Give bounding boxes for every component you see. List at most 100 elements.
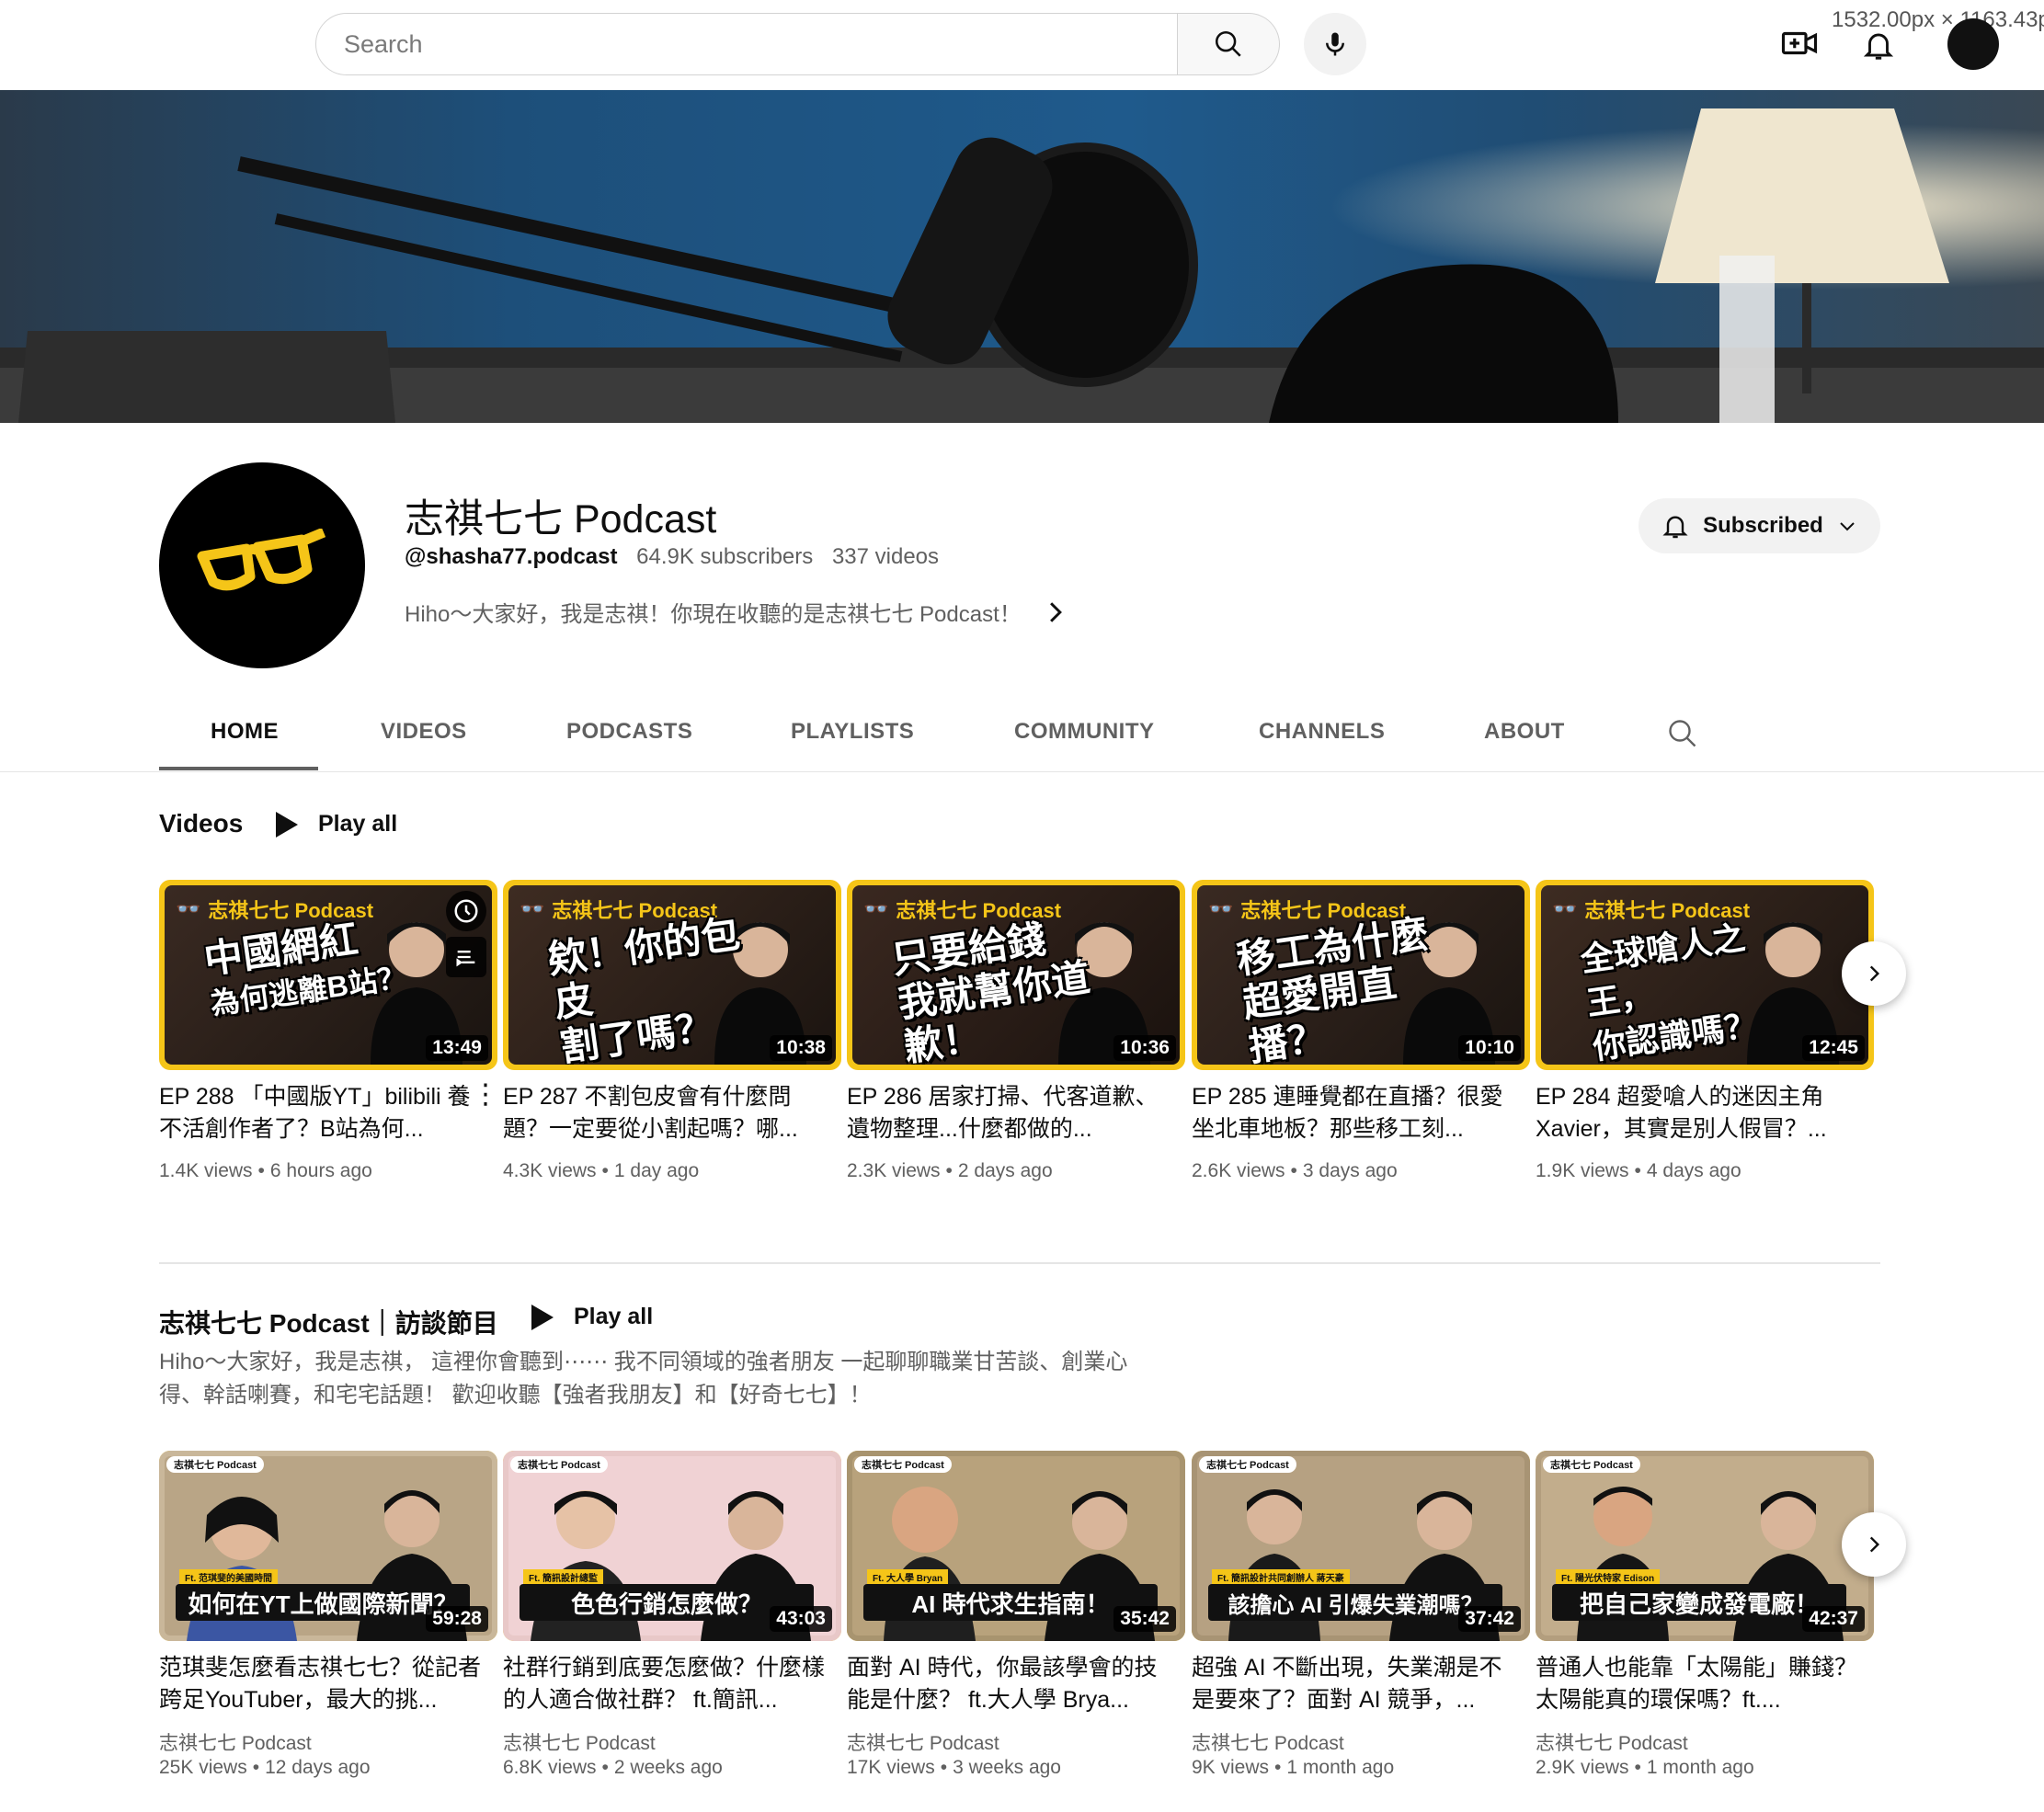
channel-link[interactable]: 志祺七七 Podcast [1192, 1728, 1344, 1756]
channel-link[interactable]: 志祺七七 Podcast [503, 1728, 656, 1756]
video-thumbnail[interactable]: 志祺七七 Podcast Ft. 陽光伏特家 Edison 把自己家變成發電廠！… [1536, 1451, 1874, 1641]
upload-age: 12 days ago [265, 1757, 371, 1778]
videos-play-all-button[interactable]: Play all [276, 811, 397, 838]
video-duration: 10:38 [770, 1035, 832, 1061]
upload-age: 2 weeks ago [613, 1757, 723, 1778]
tab-playlists[interactable]: PLAYLISTS [791, 719, 914, 745]
tab-home[interactable]: HOME [211, 719, 279, 745]
watch-later-button[interactable] [446, 891, 486, 931]
channel-search-button[interactable] [1666, 717, 1699, 755]
glasses-icon: 👓 [1208, 897, 1234, 920]
separator-dot: • [252, 1757, 260, 1778]
tab-podcasts[interactable]: PODCASTS [566, 719, 692, 745]
video-thumbnail[interactable]: 👓 志祺七七 Podcast 只要給錢 我就幫你道歉！ 10:36 [847, 880, 1185, 1070]
tab-community[interactable]: COMMUNITY [1014, 719, 1154, 745]
search-input[interactable] [342, 28, 1177, 60]
banner-image [0, 90, 2044, 423]
video-title[interactable]: 超強 AI 不斷出現，失業潮是不是要來了？面對 AI 競爭，... [1192, 1652, 1513, 1716]
video-thumbnail[interactable]: 👓 志祺七七 Podcast 全球嗆人之王， 你認識嗎？ 12:45 [1536, 880, 1874, 1070]
video-title[interactable]: EP 285 連睡覺都在直播？很愛坐北車地板？那些移工刻... [1192, 1081, 1513, 1145]
channel-tabs: HOME VIDEOS PODCASTS PLAYLISTS COMMUNITY… [0, 699, 2044, 772]
video-thumbnail[interactable]: 志祺七七 Podcast Ft. 簡訊設計總監 色色行銷怎麼做？ 43:03 [503, 1451, 841, 1641]
video-thumbnail[interactable]: 志祺七七 Podcast Ft. 簡訊設計共同創辦人 蔣天豪 該擔心 AI 引爆… [1192, 1451, 1530, 1641]
video-thumbnail[interactable]: 志祺七七 Podcast Ft. 范琪斐的美國時間 如何在YT上做國際新聞？ 5… [159, 1451, 497, 1641]
play-icon [531, 1304, 554, 1330]
channel-banner [0, 90, 2044, 423]
tab-channels[interactable]: CHANNELS [1259, 719, 1385, 745]
video-thumbnail[interactable]: 👓 志祺七七 Podcast 中國網紅 為何逃離B站？ 13:49 [159, 880, 497, 1070]
chevron-down-icon [1840, 522, 1855, 531]
chevron-right-icon [1869, 1536, 1880, 1553]
account-avatar[interactable] [1947, 18, 1999, 70]
separator-dot: • [945, 1160, 953, 1181]
video-title[interactable]: EP 288 「中國版YT」bilibili 養不活創作者了？B站為何... [159, 1081, 481, 1145]
video-title[interactable]: EP 286 居家打掃、代客道歉、遺物整理...什麼都做的... [847, 1081, 1169, 1145]
search-box[interactable] [315, 13, 1178, 75]
shelf-next-button[interactable] [1842, 941, 1906, 1006]
channel-description[interactable]: Hiho～大家好，我是志祺！你現在收聽的是志祺七七 Podcast！ [405, 596, 1066, 628]
video-title[interactable]: 社群行銷到底要怎麼做？什麼樣的人適合做社群？ ft.簡訊... [503, 1652, 825, 1716]
view-count: 2.9K views [1536, 1757, 1629, 1778]
guest-tag: Ft. 大人學 Bryan [867, 1569, 949, 1585]
voice-search-button[interactable] [1304, 13, 1366, 75]
shelf-next-button[interactable] [1842, 1512, 1906, 1577]
video-meta: 17K views • 3 weeks ago [847, 1757, 1061, 1779]
interview-play-all-button[interactable]: Play all [531, 1304, 653, 1330]
separator-dot: • [940, 1757, 948, 1778]
separator-dot: • [601, 1160, 609, 1181]
search-icon [1669, 720, 1696, 747]
separator-dot: • [1290, 1160, 1297, 1181]
separator-dot: • [257, 1160, 265, 1181]
video-duration: 10:36 [1113, 1035, 1176, 1061]
video-duration: 43:03 [770, 1606, 832, 1632]
channel-link[interactable]: 志祺七七 Podcast [159, 1728, 312, 1756]
video-duration: 35:42 [1113, 1606, 1176, 1632]
separator-dot: • [1634, 1757, 1641, 1778]
video-meta: 2.6K views • 3 days ago [1192, 1160, 1398, 1182]
tab-videos[interactable]: VIDEOS [381, 719, 467, 745]
video-duration: 10:10 [1458, 1035, 1521, 1061]
thumbnail-caption: 只要給錢 我就幫你道歉！ [889, 908, 1126, 1065]
video-count: 337 videos [831, 544, 940, 569]
video-title[interactable]: 范琪斐怎麼看志祺七七？從記者跨足YouTuber，最大的挑... [159, 1652, 481, 1716]
queue-icon [456, 951, 475, 967]
chevron-right-icon[interactable] [1045, 600, 1066, 624]
video-duration: 13:49 [426, 1035, 488, 1061]
video-duration: 59:28 [426, 1606, 488, 1632]
video-title[interactable]: EP 284 超愛嗆人的迷因主角 Xavier，其實是別人假冒？... [1536, 1081, 1857, 1145]
upload-age: 6 hours ago [269, 1160, 372, 1181]
video-thumbnail[interactable]: 👓 志祺七七 Podcast 欸！你的包皮 割了嗎？ 10:38 [503, 880, 841, 1070]
add-to-queue-button[interactable] [446, 937, 486, 977]
thumbnail-logo: 志祺七七 Podcast [1199, 1456, 1296, 1473]
create-button[interactable] [1780, 24, 1819, 63]
video-title[interactable]: 面對 AI 時代，你最該學會的技能是什麼？ ft.大人學 Brya... [847, 1652, 1169, 1716]
subscribed-button[interactable]: Subscribed [1639, 498, 1880, 553]
video-thumbnail[interactable]: 👓 志祺七七 Podcast 移工為什麼 超愛開直播？ 10:10 [1192, 880, 1530, 1070]
video-meta: 1.9K views • 4 days ago [1536, 1160, 1741, 1182]
thumbnail-logo: 志祺七七 Podcast [166, 1456, 264, 1473]
interview-shelf-title[interactable]: 志祺七七 Podcast｜訪談節目 [159, 1304, 498, 1340]
search-button[interactable] [1178, 13, 1280, 75]
channel-link[interactable]: 志祺七七 Podcast [847, 1728, 999, 1756]
glasses-icon: 👓 [176, 897, 201, 920]
thumbnail-caption: 移工為什麼 超愛開直播？ [1234, 908, 1471, 1065]
channel-link[interactable]: 志祺七七 Podcast [1536, 1728, 1688, 1756]
glasses-icon: 👓 [520, 897, 545, 920]
video-thumbnail[interactable]: 志祺七七 Podcast Ft. 大人學 Bryan AI 時代求生指南！ 35… [847, 1451, 1185, 1641]
view-count: 9K views [1192, 1757, 1270, 1778]
bell-icon [1662, 516, 1688, 539]
separator-dot: • [601, 1757, 609, 1778]
channel-avatar[interactable] [159, 462, 365, 668]
active-tab-indicator [159, 767, 318, 770]
video-title[interactable]: EP 287 不割包皮會有什麼問題？一定要從小割起嗎？哪... [503, 1081, 825, 1145]
view-count: 25K views [159, 1757, 247, 1778]
videos-shelf-title: Videos [159, 809, 244, 838]
more-options-icon[interactable]: ⋮ [472, 1081, 499, 1109]
thumbnail-caption: 欸！你的包皮 割了嗎？ [545, 908, 782, 1065]
video-title[interactable]: 普通人也能靠「太陽能」賺錢？太陽能真的環保嗎？ft.... [1536, 1652, 1857, 1716]
channel-name: 志祺七七 Podcast [405, 497, 717, 541]
channel-meta: @shasha77.podcast 64.9K subscribers 337 … [405, 544, 952, 570]
upload-age: 1 month ago [1286, 1757, 1395, 1778]
tab-about[interactable]: ABOUT [1484, 719, 1565, 745]
upload-age: 3 weeks ago [953, 1757, 1061, 1778]
